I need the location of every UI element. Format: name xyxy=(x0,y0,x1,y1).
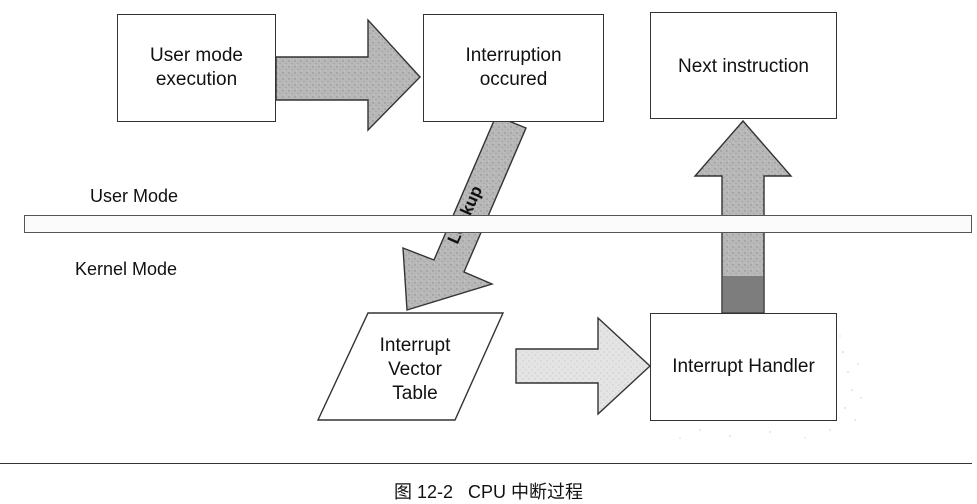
user-kernel-boundary xyxy=(24,215,972,233)
arrow-dark-segment xyxy=(722,276,764,312)
user-mode-execution-box: User mode execution xyxy=(117,14,276,122)
interrupt-handler-label: Interrupt Handler xyxy=(672,356,815,377)
interrupt-vector-table-label: Interrupt Vector Table xyxy=(379,335,451,404)
figure-caption: 图 12-2 CPU 中断过程 xyxy=(393,482,584,502)
caption-rule xyxy=(0,463,972,464)
interruption-occured-box: Interruption occured xyxy=(423,14,604,122)
next-instruction-box: Next instruction xyxy=(650,12,837,119)
user-mode-execution-label: User mode execution xyxy=(150,45,243,90)
interruption-occured-label: Interruption occured xyxy=(465,45,562,90)
kernel-mode-label: Kernel Mode xyxy=(75,259,178,279)
arrow-table-to-handler xyxy=(515,316,652,416)
user-mode-label: User Mode xyxy=(90,186,179,206)
arrow-user-to-interruption xyxy=(275,18,421,132)
next-instruction-label: Next instruction xyxy=(678,56,809,77)
interrupt-handler-box: Interrupt Handler xyxy=(650,313,837,421)
